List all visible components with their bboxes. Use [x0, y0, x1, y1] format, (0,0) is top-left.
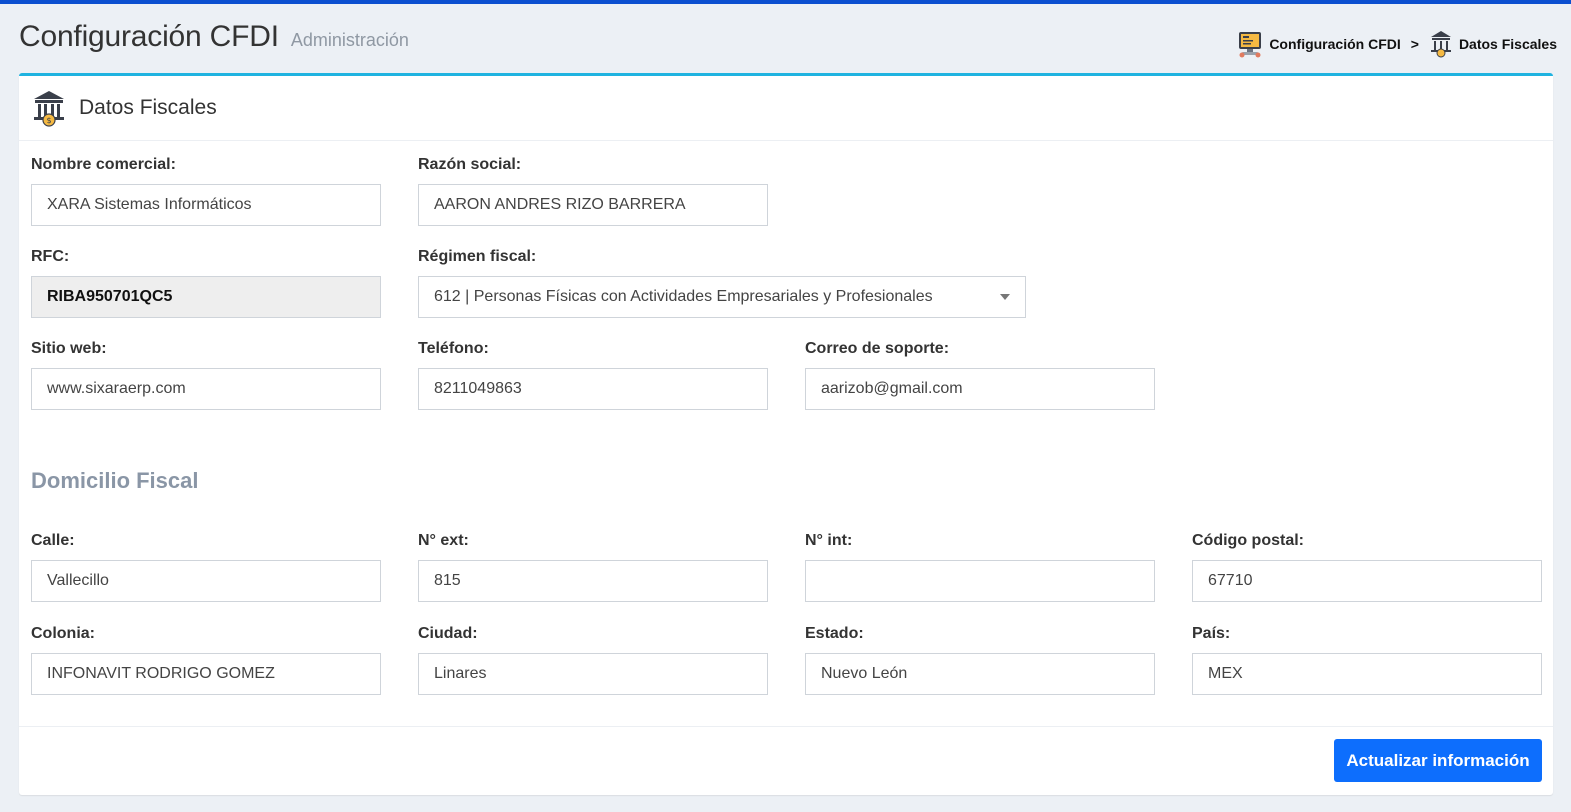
bank-icon: $ [34, 91, 64, 127]
telefono-label: Teléfono: [418, 340, 489, 357]
rfc-input: RIBA950701QC5 [31, 276, 381, 318]
estado-label: Estado: [805, 625, 864, 642]
nombre-comercial-input[interactable]: XARA Sistemas Informáticos [31, 184, 381, 226]
regimen-fiscal-label: Régimen fiscal: [418, 248, 537, 265]
breadcrumb-separator: > [1410, 36, 1419, 52]
actualizar-informacion-button[interactable]: Actualizar información [1334, 739, 1542, 782]
telefono-input[interactable]: 8211049863 [418, 368, 768, 410]
colonia-label: Colonia: [31, 625, 95, 642]
rfc-label: RFC: [31, 248, 70, 265]
page-subtitle: Administración [290, 30, 409, 50]
breadcrumb-item-configuracion[interactable]: Configuración CFDI [1237, 30, 1401, 58]
top-accent-bar [0, 0, 1571, 4]
colonia-input[interactable]: INFONAVIT RODRIGO GOMEZ [31, 653, 381, 695]
ciudad-input[interactable]: Linares [418, 653, 768, 695]
rfc-field: RFC: RIBA950701QC5 [31, 248, 381, 318]
nombre-comercial-label: Nombre comercial: [31, 156, 176, 173]
pais-input[interactable]: MEX [1192, 653, 1542, 695]
domicilio-fiscal-heading: Domicilio Fiscal [31, 468, 199, 493]
regimen-fiscal-field: Régimen fiscal: 612 | Personas Físicas c… [418, 248, 1026, 318]
computer-invoice-icon [1239, 32, 1262, 58]
breadcrumb-item-datos-fiscales[interactable]: Datos Fiscales [1429, 30, 1557, 58]
card-title: Datos Fiscales [79, 96, 217, 119]
razon-social-label: Razón social: [418, 156, 522, 173]
calle-label: Calle: [31, 532, 75, 549]
chevron-down-icon [1000, 294, 1010, 300]
calle-input[interactable]: Vallecillo [31, 560, 381, 602]
breadcrumb-label: Configuración CFDI [1269, 36, 1401, 52]
datos-fiscales-card: $ Datos Fiscales Nombre comercial: XARA … [19, 73, 1553, 795]
num-int-field: N° int: [805, 532, 1155, 602]
correo-soporte-field: Correo de soporte: aarizob@gmail.com [805, 340, 1155, 410]
telefono-field: Teléfono: 8211049863 [418, 340, 768, 410]
regimen-fiscal-select[interactable]: 612 | Personas Físicas con Actividades E… [418, 276, 1026, 318]
razon-social-field: Razón social: AARON ANDRES RIZO BARRERA [418, 156, 768, 226]
nombre-comercial-field: Nombre comercial: XARA Sistemas Informát… [31, 156, 381, 226]
bank-icon [1430, 31, 1451, 58]
codigo-postal-label: Código postal: [1192, 532, 1304, 549]
page-header: Configuración CFDI Administración [19, 20, 409, 60]
sitio-web-input[interactable]: www.sixaraerp.com [31, 368, 381, 410]
sitio-web-field: Sitio web: www.sixaraerp.com [31, 340, 381, 410]
calle-field: Calle: Vallecillo [31, 532, 381, 602]
ciudad-label: Ciudad: [418, 625, 478, 642]
estado-input[interactable]: Nuevo León [805, 653, 1155, 695]
codigo-postal-input[interactable]: 67710 [1192, 560, 1542, 602]
num-ext-label: N° ext: [418, 532, 469, 549]
razon-social-input[interactable]: AARON ANDRES RIZO BARRERA [418, 184, 768, 226]
breadcrumb: Configuración CFDI > Datos Fiscales [1237, 30, 1557, 58]
svg-text:$: $ [46, 116, 51, 125]
pais-label: País: [1192, 625, 1231, 642]
correo-soporte-input[interactable]: aarizob@gmail.com [805, 368, 1155, 410]
num-ext-field: N° ext: 815 [418, 532, 768, 602]
page-title: Configuración CFDI [19, 20, 279, 53]
sitio-web-label: Sitio web: [31, 340, 107, 357]
colonia-field: Colonia: INFONAVIT RODRIGO GOMEZ [31, 625, 381, 695]
num-ext-input[interactable]: 815 [418, 560, 768, 602]
codigo-postal-field: Código postal: 67710 [1192, 532, 1542, 602]
card-footer: Actualizar información [19, 726, 1553, 795]
breadcrumb-label: Datos Fiscales [1458, 36, 1557, 52]
pais-field: País: MEX [1192, 625, 1542, 695]
estado-field: Estado: Nuevo León [805, 625, 1155, 695]
num-int-input[interactable] [805, 560, 1155, 602]
card-header: $ Datos Fiscales [19, 76, 1553, 141]
ciudad-field: Ciudad: Linares [418, 625, 768, 695]
num-int-label: N° int: [805, 532, 853, 549]
correo-soporte-label: Correo de soporte: [805, 340, 950, 357]
